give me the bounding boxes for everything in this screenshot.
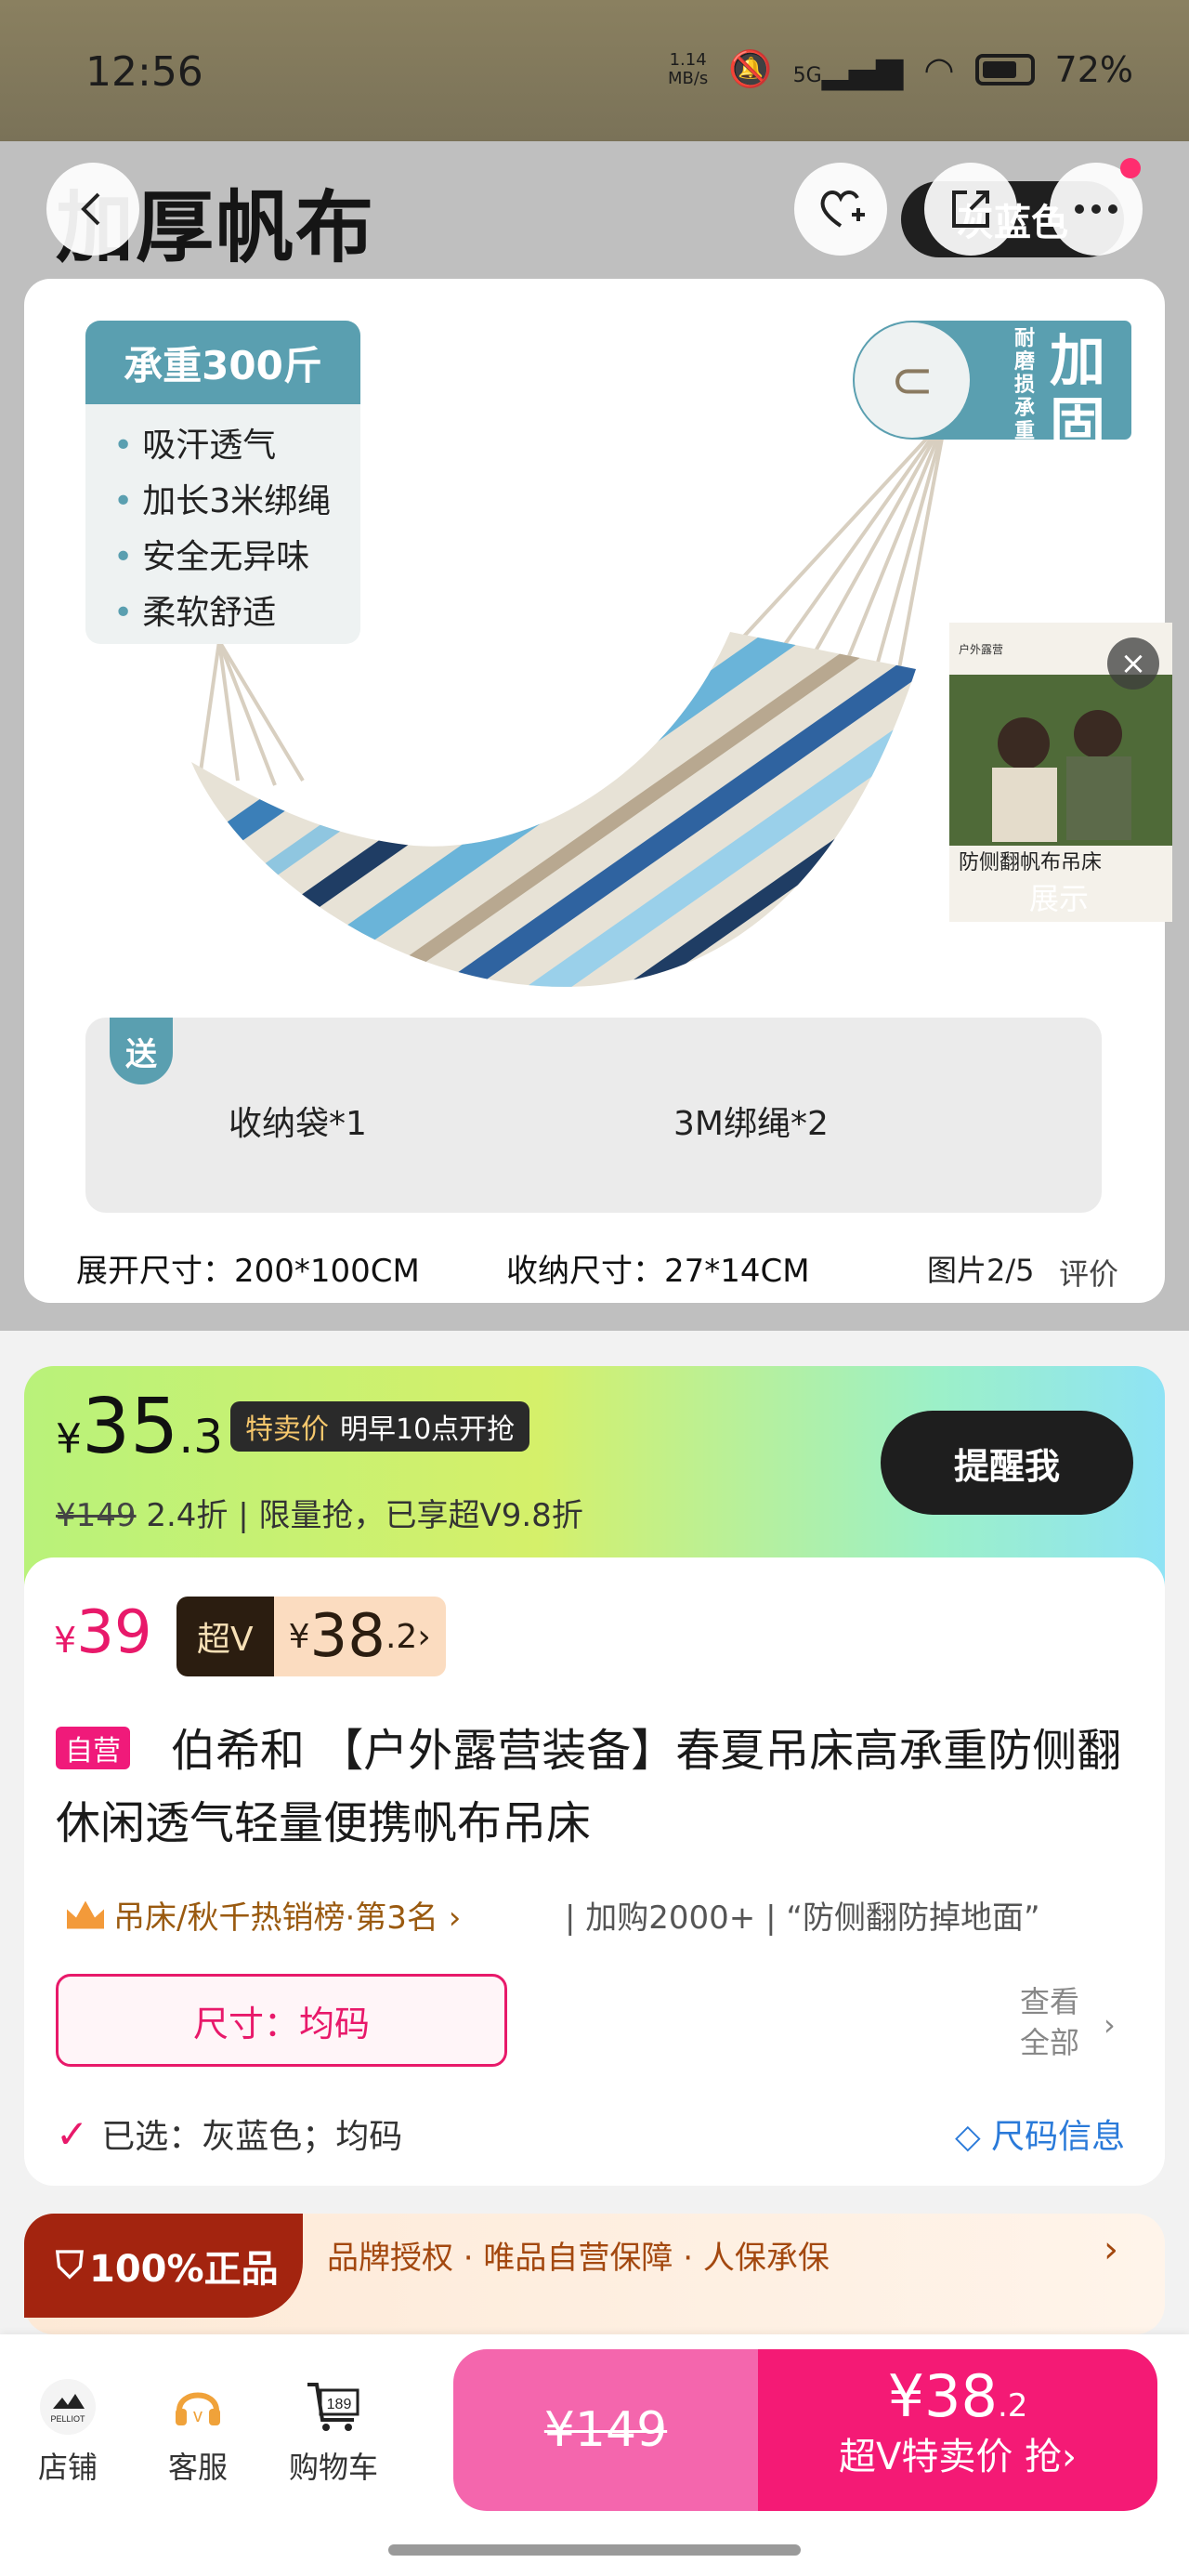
headset-icon: v [176,2392,220,2426]
cart-tab[interactable]: 189 购物车 [282,2377,385,2487]
spec-item: 加长3米绑绳 [113,474,331,522]
buy-price: ¥38.2 [887,2362,1028,2430]
svg-text:189: 189 [327,2397,352,2412]
image-counter: 图片2/5 [910,1242,1052,1295]
badge-small-text: 耐磨损承重强 [1014,327,1036,467]
home-indicator [388,2544,801,2556]
svg-text:PELLIOT: PELLIOT [50,2414,85,2424]
cart-icon: 189 [307,2383,359,2431]
close-icon[interactable]: × [1107,637,1159,690]
product-title: 伯希和 【户外露营装备】春夏吊床高承重防侧翻休闲透气轻量便携帆布吊床 [56,1725,1122,1849]
selected-option: ✓ 已选：灰蓝色；均码 [56,2111,403,2157]
check-icon: ✓ [56,2111,89,2157]
customer-service-tab[interactable]: v 客服 [147,2377,249,2487]
super-v-price-tag[interactable]: 超V ¥38.2 › [176,1597,446,1676]
gift-tag: 送 [110,1018,173,1084]
sale-price: ¥35.3 [56,1383,224,1471]
tag-icon: ◇ [955,2118,981,2156]
chevron-right-icon: › [1104,2228,1118,2271]
see-all-link[interactable]: 查看全部 [1020,1981,1094,2063]
dims-pack: 收纳尺寸：27*14CM [506,1253,810,1290]
original-price-line: ¥149 2.4折 | 限量抢，已享超V9.8折 [56,1497,583,1534]
normal-price: ¥39 [54,1598,152,1667]
super-v-label: 超V [176,1597,274,1676]
self-operated-tag: 自营 [56,1727,130,1769]
spec-item: 吸汗透气 [113,418,276,467]
buy-now-button[interactable]: ¥38.2 超V特卖价 抢› [758,2349,1157,2511]
original-price-button[interactable]: ¥149 [453,2349,758,2511]
shield-icon: ⛉ [56,2244,84,2287]
review-tab[interactable]: 评价 [1059,1251,1118,1294]
badge-big-text: 加固 [1050,329,1105,457]
battery-icon [974,53,1035,85]
heart-plus-icon [820,191,865,228]
gift-item-bag: 收纳袋*1 [229,1105,367,1143]
product-highlights: | 加购2000+ | “防侧翻防掉地面” [565,1899,1040,1937]
spec-item: 柔软舒适 [113,585,276,634]
notification-dot [1120,158,1141,178]
status-icons: 1.14 MB/s 🔕 5G▂▄▆ ◠ 72% [668,48,1133,90]
share-button[interactable] [924,163,1017,256]
rank-link[interactable]: 吊床/秋千热销榜·第3名 › [67,1892,461,1938]
mute-icon: 🔕 [728,48,773,89]
size-info-link[interactable]: ◇ 尺码信息 [955,2109,1125,2158]
crown-icon [67,1900,104,1929]
size-option-button[interactable]: 尺寸：均码 [56,1974,507,2067]
share-icon [952,191,989,228]
chevron-right-icon: › [417,1617,431,1656]
store-logo-icon: PELLIOT [40,2379,96,2435]
svg-text:v: v [193,2406,203,2426]
back-button[interactable] [46,163,139,256]
spec-item: 安全无异味 [113,530,309,578]
guarantee-text: 品牌授权 · 唯品自营保障 · 人保承保 [327,2240,830,2277]
genuine-badge: ⛉ 100%正品 [24,2214,303,2318]
chevron-right-icon: › [1104,2007,1116,2043]
dims-open: 展开尺寸：200*100CM [76,1253,420,1290]
super-v-price: ¥38.2 › [273,1597,446,1676]
remind-me-button[interactable]: 提醒我 [881,1411,1133,1515]
wifi-icon: ◠ [923,48,955,90]
spec-title: 承重300斤 [85,321,360,404]
buy-label: 超V特卖价 抢› [838,2436,1078,2478]
store-tab[interactable]: PELLIOT 店铺 [17,2377,119,2487]
back-arrow-icon [81,192,100,226]
favorite-button[interactable] [794,163,887,256]
network-speed: 1.14 MB/s [667,49,709,88]
gift-item-rope: 3M绑绳*2 [673,1105,829,1143]
signal-icon: 5G▂▄▆ [792,48,904,90]
sale-time-tag: 特卖价 明早10点开抢 [230,1401,530,1452]
more-dots-icon [1075,204,1117,214]
status-time: 12:56 [85,48,203,96]
video-label: 展示 [1029,881,1090,916]
rope-ring-icon: ⊂ [855,322,970,438]
battery-percent: 72% [1054,48,1133,90]
